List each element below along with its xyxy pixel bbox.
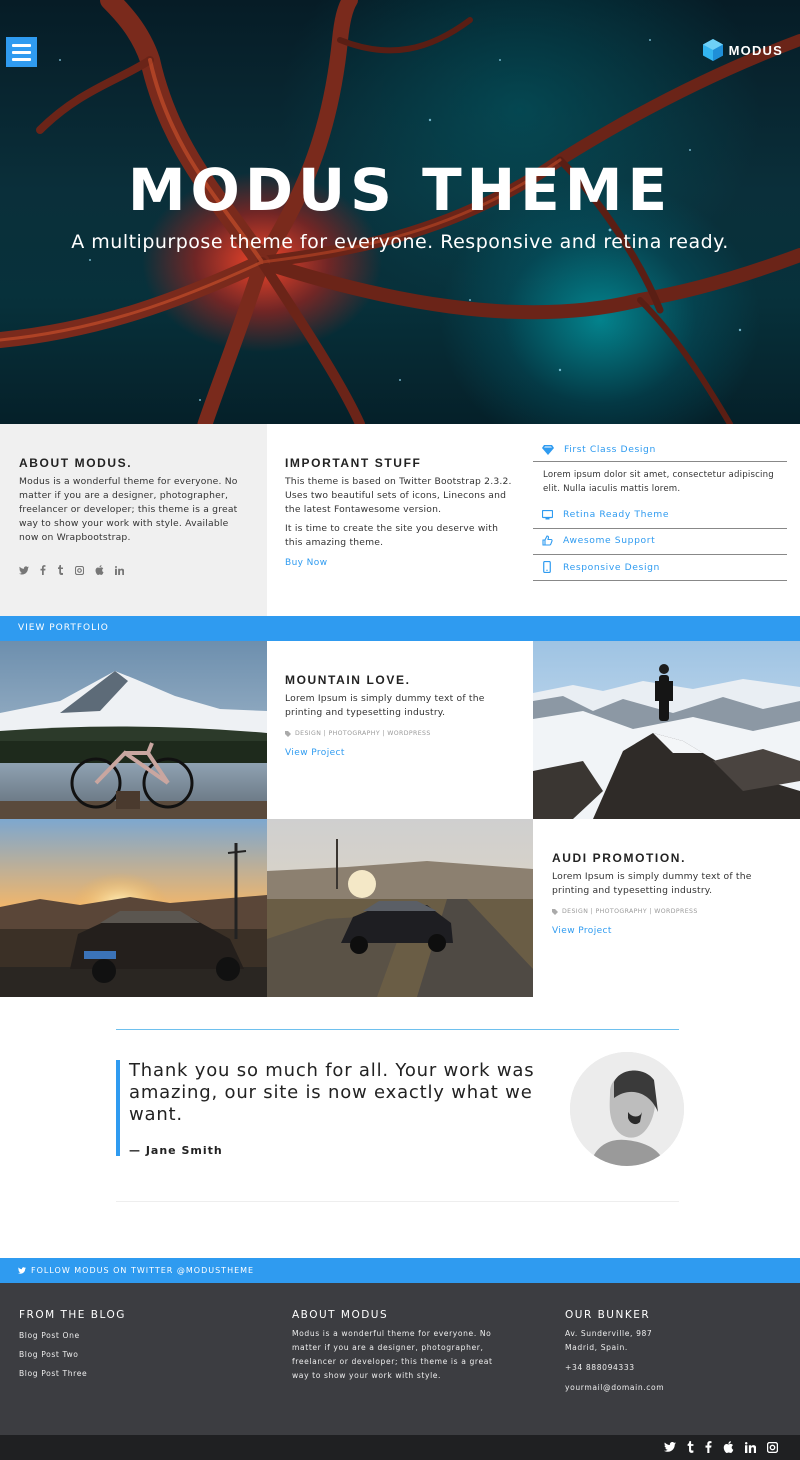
- view-project-link[interactable]: View Project: [285, 748, 345, 758]
- twitter-icon[interactable]: [664, 1442, 676, 1452]
- blog-post-link[interactable]: Blog Post Two: [19, 1350, 259, 1359]
- footer-about-heading: ABOUT MODUS: [292, 1309, 389, 1321]
- mobile-icon: [543, 561, 551, 573]
- portfolio-image-mountain-hiker[interactable]: [533, 641, 800, 819]
- portfolio-card-mountain-love: MOUNTAIN LOVE. Lorem Ipsum is simply dum…: [267, 641, 533, 819]
- bottom-bar: [0, 1435, 800, 1460]
- about-social-links: [19, 565, 124, 575]
- brand-logo[interactable]: MODUS: [702, 38, 783, 62]
- stuff-text-1: This theme is based on Twitter Bootstrap…: [285, 476, 512, 515]
- monitor-icon: [542, 509, 553, 519]
- stuff-heading: IMPORTANT STUFF: [285, 456, 422, 470]
- feature-expanded-text: Lorem ipsum dolor sit amet, consectetur …: [543, 470, 774, 494]
- testimonial-quote: Thank you so much for all. Your work was…: [129, 1060, 535, 1125]
- address-line-2: Madrid, Spain.: [565, 1343, 628, 1352]
- about-text: Modus is a wonderful theme for everyone.…: [19, 476, 238, 543]
- accordion-divider: [533, 461, 787, 462]
- stuff-text-2: It is time to create the site you deserv…: [285, 523, 499, 548]
- menu-bar-icon: [12, 50, 31, 54]
- card-text: Lorem Ipsum is simply dummy text of the …: [552, 871, 752, 896]
- testimonial-divider-top: [116, 1029, 679, 1030]
- accordion-divider: [533, 528, 787, 529]
- quote-accent-bar: [116, 1060, 120, 1156]
- phone-number: +34 888094333: [565, 1363, 635, 1372]
- feature-responsive-design[interactable]: Responsive Design: [533, 561, 787, 573]
- footer-social-links: [664, 1441, 778, 1453]
- linkedin-icon[interactable]: [115, 565, 124, 575]
- footer: FROM THE BLOG Blog Post One Blog Post Tw…: [0, 1283, 800, 1435]
- twitter-bar-label: FOLLOW MODUS ON TWITTER @MODUSTHEME: [31, 1266, 255, 1275]
- tumblr-icon[interactable]: [57, 565, 64, 575]
- card-tags-text: DESIGN | PHOTOGRAPHY | WORDPRESS: [562, 908, 698, 915]
- accordion-divider: [533, 554, 787, 555]
- tumblr-icon[interactable]: [687, 1441, 694, 1453]
- twitter-icon[interactable]: [19, 565, 29, 575]
- card-tags: DESIGN | PHOTOGRAPHY | WORDPRESS: [285, 730, 431, 737]
- testimonial-divider-bottom: [116, 1201, 679, 1202]
- card-tags-text: DESIGN | PHOTOGRAPHY | WORDPRESS: [295, 730, 431, 737]
- hero-subtitle: A multipurpose theme for everyone. Respo…: [71, 231, 729, 253]
- about-heading: ABOUT MODUS.: [19, 456, 133, 470]
- brand-name: MODUS: [728, 42, 783, 58]
- view-project-link[interactable]: View Project: [552, 926, 612, 936]
- about-section: ABOUT MODUS. Modus is a wonderful theme …: [0, 424, 267, 616]
- portfolio-image-audi-road[interactable]: [267, 819, 533, 997]
- portfolio-card-audi-promotion: AUDI PROMOTION. Lorem Ipsum is simply du…: [533, 819, 800, 997]
- feature-first-class-design[interactable]: First Class Design: [533, 444, 787, 455]
- apple-icon[interactable]: [723, 1441, 734, 1453]
- feature-awesome-support[interactable]: Awesome Support: [533, 535, 787, 546]
- footer-bunker-heading: OUR BUNKER: [565, 1309, 651, 1321]
- hamburger-menu-button[interactable]: [6, 37, 37, 67]
- instagram-icon[interactable]: [767, 1441, 778, 1453]
- tag-icon: [285, 730, 291, 737]
- feature-label: Responsive Design: [563, 561, 660, 573]
- address-line-1: Av. Sunderville, 987: [565, 1329, 653, 1338]
- hexagon-logo-icon: [702, 39, 723, 61]
- tag-icon: [552, 908, 558, 915]
- facebook-icon[interactable]: [705, 1441, 712, 1453]
- twitter-icon: [18, 1267, 26, 1274]
- card-title: MOUNTAIN LOVE.: [285, 673, 411, 687]
- card-tags: DESIGN | PHOTOGRAPHY | WORDPRESS: [552, 908, 698, 915]
- linkedin-icon[interactable]: [745, 1441, 756, 1453]
- feature-label: First Class Design: [564, 444, 656, 455]
- footer-about-column: ABOUT MODUS Modus is a wonderful theme f…: [292, 1309, 504, 1383]
- footer-blog-column: FROM THE BLOG Blog Post One Blog Post Tw…: [19, 1309, 259, 1378]
- feature-label: Retina Ready Theme: [563, 509, 670, 520]
- avatar: [570, 1052, 684, 1166]
- blog-post-link[interactable]: Blog Post One: [19, 1331, 259, 1340]
- menu-bar-icon: [12, 57, 31, 61]
- view-portfolio-bar[interactable]: VIEW PORTFOLIO: [0, 616, 800, 641]
- hero-title: MODUS THEME: [127, 156, 673, 224]
- testimonial-author: — Jane Smith: [129, 1144, 223, 1157]
- email-address[interactable]: yourmail@domain.com: [565, 1381, 765, 1395]
- feature-label: Awesome Support: [563, 535, 656, 546]
- portfolio-image-mountain-bicycle[interactable]: [0, 641, 267, 819]
- apple-icon[interactable]: [95, 565, 104, 575]
- portfolio-image-audi-sunset[interactable]: [0, 819, 267, 997]
- features-accordion: First Class Design Lorem ipsum dolor sit…: [533, 424, 800, 616]
- thumbs-up-icon: [542, 535, 553, 546]
- instagram-icon[interactable]: [75, 565, 84, 575]
- facebook-icon[interactable]: [40, 565, 46, 575]
- footer-blog-heading: FROM THE BLOG: [19, 1309, 126, 1321]
- card-title: AUDI PROMOTION.: [552, 851, 686, 865]
- diamond-icon: [542, 444, 554, 455]
- hero-section: MODUS MODUS THEME A multipurpose theme f…: [0, 0, 800, 424]
- footer-bunker-column: OUR BUNKER Av. Sunderville, 987 Madrid, …: [565, 1309, 765, 1395]
- card-text: Lorem Ipsum is simply dummy text of the …: [285, 693, 485, 718]
- buy-now-link[interactable]: Buy Now: [285, 558, 327, 568]
- follow-twitter-bar[interactable]: FOLLOW MODUS ON TWITTER @MODUSTHEME: [0, 1258, 800, 1283]
- footer-about-text: Modus is a wonderful theme for everyone.…: [292, 1329, 493, 1380]
- accordion-divider: [533, 580, 787, 581]
- menu-bar-icon: [12, 43, 31, 47]
- important-stuff-section: IMPORTANT STUFF This theme is based on T…: [267, 424, 533, 616]
- blog-post-link[interactable]: Blog Post Three: [19, 1369, 259, 1378]
- feature-retina-ready[interactable]: Retina Ready Theme: [533, 509, 787, 520]
